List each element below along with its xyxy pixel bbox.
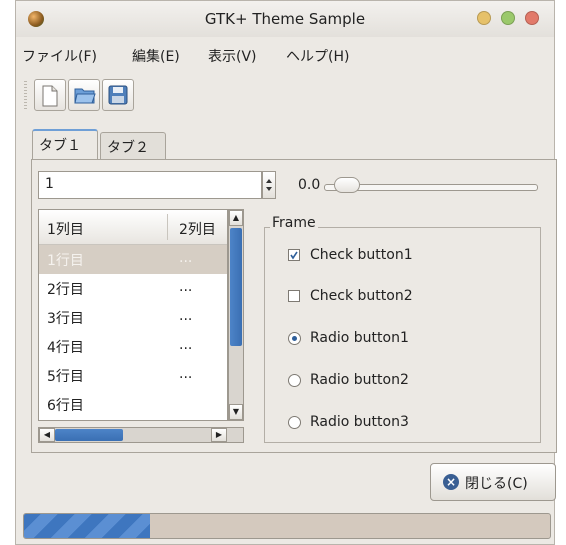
titlebar[interactable]: GTK+ Theme Sample [16,1,554,37]
radio-button-3-label: Radio button3 [310,414,409,430]
check-button-1-label: Check button1 [310,247,413,263]
menu-help[interactable]: ヘルプ(H) [286,46,349,66]
row-cell-1: 2行目 [47,282,84,298]
scroll-up-icon[interactable]: ▲ [229,210,243,226]
radio-selected-icon[interactable] [288,332,301,345]
toolbar-grip[interactable] [24,81,27,111]
open-folder-icon [74,88,96,104]
row-cell-2: ... [179,279,193,295]
table-row[interactable]: 5行目 ... [39,361,227,390]
window-title: GTK+ Theme Sample [204,10,366,28]
scroll-left-icon[interactable]: ◀ [39,428,55,442]
row-cell-2: ... [179,250,193,266]
horizontal-scroll-thumb[interactable] [55,429,123,441]
row-cell-1: 3行目 [47,311,84,327]
new-document-icon [42,85,58,107]
menu-file[interactable]: ファイル(F) [22,46,97,66]
column-header-1[interactable]: 1列目 [47,219,84,239]
table-row[interactable]: 1行目 ... [39,245,227,274]
table-row[interactable]: 3行目 ... [39,303,227,332]
tab-1-label: タブ１ [39,138,81,154]
close-button-label: 閉じる(C) [465,476,528,492]
radio-button-2-label: Radio button2 [310,372,409,388]
scroll-down-icon[interactable]: ▼ [229,404,243,420]
close-button[interactable]: × 閉じる(C) [430,463,556,501]
tab-1[interactable]: タブ１ [32,129,98,160]
column-header-2[interactable]: 2列目 [179,219,216,239]
scale-value: 0.0 [298,177,321,193]
row-cell-2: ... [179,366,193,382]
spin-arrows-icon [266,179,272,191]
minimize-icon[interactable] [477,11,491,25]
new-button[interactable] [34,79,66,111]
radio-button-1-label: Radio button1 [310,330,409,346]
app-window: GTK+ Theme Sample ファイル(F) 編集(E) 表示(V) ヘル… [15,0,557,545]
row-cell-1: 1行目 [47,253,84,269]
radio-icon[interactable] [288,374,301,387]
menu-view[interactable]: 表示(V) [208,46,257,66]
row-cell-1: 6行目 [47,398,84,414]
row-cell-1: 5行目 [47,369,84,385]
checkbox-checked-icon[interactable] [288,249,300,261]
save-icon [108,85,128,105]
checkbox-icon[interactable] [288,290,300,302]
tab-2-label: タブ２ [107,140,149,156]
column-separator[interactable] [167,214,168,240]
tree-view[interactable]: 1列目 2列目 1行目 ... 2行目 ... 3行目 ... 4行目 ... … [38,209,228,421]
spin-input[interactable]: 1 [38,171,262,199]
save-button[interactable] [102,79,134,111]
tree-header: 1列目 2列目 [39,210,227,245]
close-icon: × [443,474,459,490]
check-button-2-label: Check button2 [310,288,413,304]
row-cell-2: ... [179,337,193,353]
radio-icon[interactable] [288,416,301,429]
scale-slider-handle[interactable] [334,177,360,193]
table-row[interactable]: 4行目 ... [39,332,227,361]
progress-fill [24,514,151,538]
menubar: ファイル(F) 編集(E) 表示(V) ヘルプ(H) [16,41,554,69]
row-cell-1: 4行目 [47,340,84,356]
table-row[interactable]: 6行目 [39,390,227,419]
progress-bar [23,513,551,539]
tab-2[interactable]: タブ２ [100,132,166,160]
spin-buttons[interactable] [262,171,276,199]
maximize-icon[interactable] [501,11,515,25]
vertical-scrollbar[interactable]: ▲ ▼ [228,209,244,421]
menu-edit[interactable]: 編集(E) [132,46,180,66]
toolbar [24,77,224,115]
frame-label: Frame [270,215,318,231]
row-cell-2: ... [179,308,193,324]
table-row[interactable]: 2行目 ... [39,274,227,303]
scroll-right-icon[interactable]: ▶ [211,428,227,442]
close-window-icon[interactable] [525,11,539,25]
horizontal-scrollbar[interactable]: ◀ ▶ [38,427,244,443]
open-button[interactable] [68,79,100,111]
vertical-scroll-thumb[interactable] [230,228,242,346]
